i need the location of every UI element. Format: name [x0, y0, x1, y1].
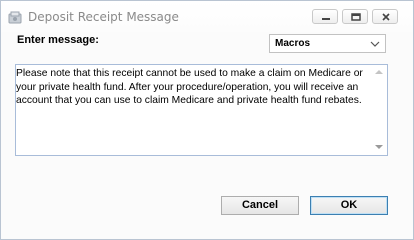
app-icon [8, 10, 22, 24]
restore-icon [351, 13, 361, 21]
message-textarea[interactable]: Please note that this receipt cannot be … [15, 64, 388, 156]
scroll-down-icon[interactable] [373, 142, 385, 152]
ok-button[interactable]: OK [310, 196, 388, 215]
restore-button[interactable] [342, 9, 368, 24]
macros-select-value: Macros [275, 38, 311, 49]
macros-select[interactable]: Macros [269, 34, 386, 53]
message-text: Please note that this receipt cannot be … [16, 68, 366, 106]
dialog-window: Deposit Receipt Message Enter message: M… [0, 0, 414, 240]
minimize-button[interactable] [312, 9, 338, 24]
close-icon [382, 13, 390, 21]
chevron-down-icon [370, 41, 380, 47]
title-bar[interactable]: Deposit Receipt Message [1, 1, 413, 32]
enter-message-label: Enter message: [17, 34, 99, 46]
window-title: Deposit Receipt Message [28, 10, 179, 24]
minimize-icon [322, 18, 330, 20]
close-button[interactable] [372, 9, 398, 24]
scroll-up-icon[interactable] [373, 67, 385, 77]
cancel-button[interactable]: Cancel [221, 196, 299, 215]
